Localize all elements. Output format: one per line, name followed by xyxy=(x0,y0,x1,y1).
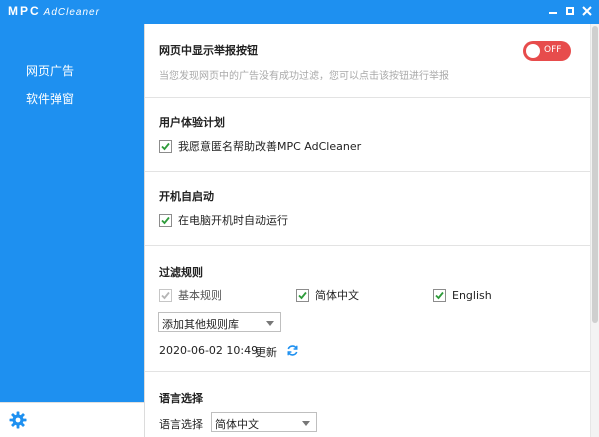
section-filter-rules: 过滤规则 基本规则 简体中文 English 添加其他规则库 2020-06-0… xyxy=(145,246,590,372)
title-bar: MPC AdCleaner xyxy=(0,0,599,24)
chevron-down-icon xyxy=(266,321,274,326)
rules-updated-time: 2020-06-02 10:49 xyxy=(159,344,259,357)
rule-simplified-chinese-checkbox[interactable]: 简体中文 xyxy=(296,289,406,303)
check-icon xyxy=(161,216,170,225)
minimize-icon xyxy=(549,12,557,14)
check-icon xyxy=(298,291,307,300)
gear-icon[interactable] xyxy=(9,411,27,429)
section-report-button: 网页中显示举报按钮 当您发现网页中的广告没有成功过滤，您可以点击该按钮进行举报 … xyxy=(145,24,590,98)
refresh-icon[interactable] xyxy=(286,344,299,357)
checkbox-box xyxy=(433,289,446,302)
autostart-checkbox[interactable]: 在电脑开机时自动运行 xyxy=(159,214,359,228)
language-label: 语言选择 xyxy=(159,418,203,431)
rule-english-checkbox[interactable]: English xyxy=(433,289,543,303)
checkbox-box xyxy=(159,289,172,302)
maximize-button[interactable] xyxy=(563,3,577,19)
autostart-title: 开机自启动 xyxy=(159,190,214,203)
rule-basic-label: 基本规则 xyxy=(178,289,222,302)
checkbox-box xyxy=(296,289,309,302)
report-button-description: 当您发现网页中的广告没有成功过滤，您可以点击该按钮进行举报 xyxy=(159,71,449,82)
report-button-title: 网页中显示举报按钮 xyxy=(159,44,258,57)
close-button[interactable] xyxy=(580,3,594,19)
checkbox-box xyxy=(159,214,172,227)
section-ux-plan: 用户体验计划 我愿意匿名帮助改善MPC AdCleaner xyxy=(145,98,590,172)
update-rules-link[interactable]: 更新 xyxy=(255,344,277,360)
checkbox-box xyxy=(159,140,172,153)
close-icon xyxy=(582,6,592,16)
chevron-down-icon xyxy=(302,421,310,426)
ux-plan-checkbox[interactable]: 我愿意匿名帮助改善MPC AdCleaner xyxy=(159,140,419,154)
vertical-scrollbar[interactable] xyxy=(590,24,599,437)
ux-plan-label: 我愿意匿名帮助改善MPC AdCleaner xyxy=(178,140,362,153)
rule-english-label: English xyxy=(452,289,492,302)
toggle-knob xyxy=(526,44,540,58)
sidebar-item-web-ads[interactable]: 网页广告 xyxy=(26,62,74,79)
logo-product: AdCleaner xyxy=(43,7,100,18)
check-icon xyxy=(161,291,170,300)
language-select-value: 简体中文 xyxy=(215,418,259,431)
add-rule-library-select[interactable]: 添加其他规则库 xyxy=(158,312,281,332)
section-autostart: 开机自启动 在电脑开机时自动运行 xyxy=(145,172,590,246)
language-select[interactable]: 简体中文 xyxy=(211,412,317,432)
ux-plan-title: 用户体验计划 xyxy=(159,116,225,129)
filter-rules-title: 过滤规则 xyxy=(159,266,203,279)
sidebar-item-software-popups[interactable]: 软件弹窗 xyxy=(26,90,74,107)
settings-panel: 网页中显示举报按钮 当您发现网页中的广告没有成功过滤，您可以点击该按钮进行举报 … xyxy=(144,24,599,437)
rule-simplified-chinese-label: 简体中文 xyxy=(315,289,359,302)
maximize-icon xyxy=(566,7,574,15)
report-button-toggle[interactable]: OFF xyxy=(523,41,571,61)
app-logo: MPC AdCleaner xyxy=(8,4,100,18)
language-title: 语言选择 xyxy=(159,392,203,405)
rule-basic-checkbox[interactable]: 基本规则 xyxy=(159,289,269,303)
logo-brand: MPC xyxy=(8,4,41,18)
check-icon xyxy=(435,291,444,300)
section-language: 语言选择 语言选择 简体中文 xyxy=(145,372,590,437)
add-rule-library-value: 添加其他规则库 xyxy=(162,318,239,331)
toggle-label: OFF xyxy=(544,45,562,55)
check-icon xyxy=(161,142,170,151)
minimize-button[interactable] xyxy=(546,3,560,19)
autostart-label: 在电脑开机时自动运行 xyxy=(178,214,288,227)
sidebar: 网页广告 软件弹窗 xyxy=(0,24,144,437)
sidebar-footer xyxy=(0,402,144,437)
scrollbar-thumb[interactable] xyxy=(592,26,598,323)
